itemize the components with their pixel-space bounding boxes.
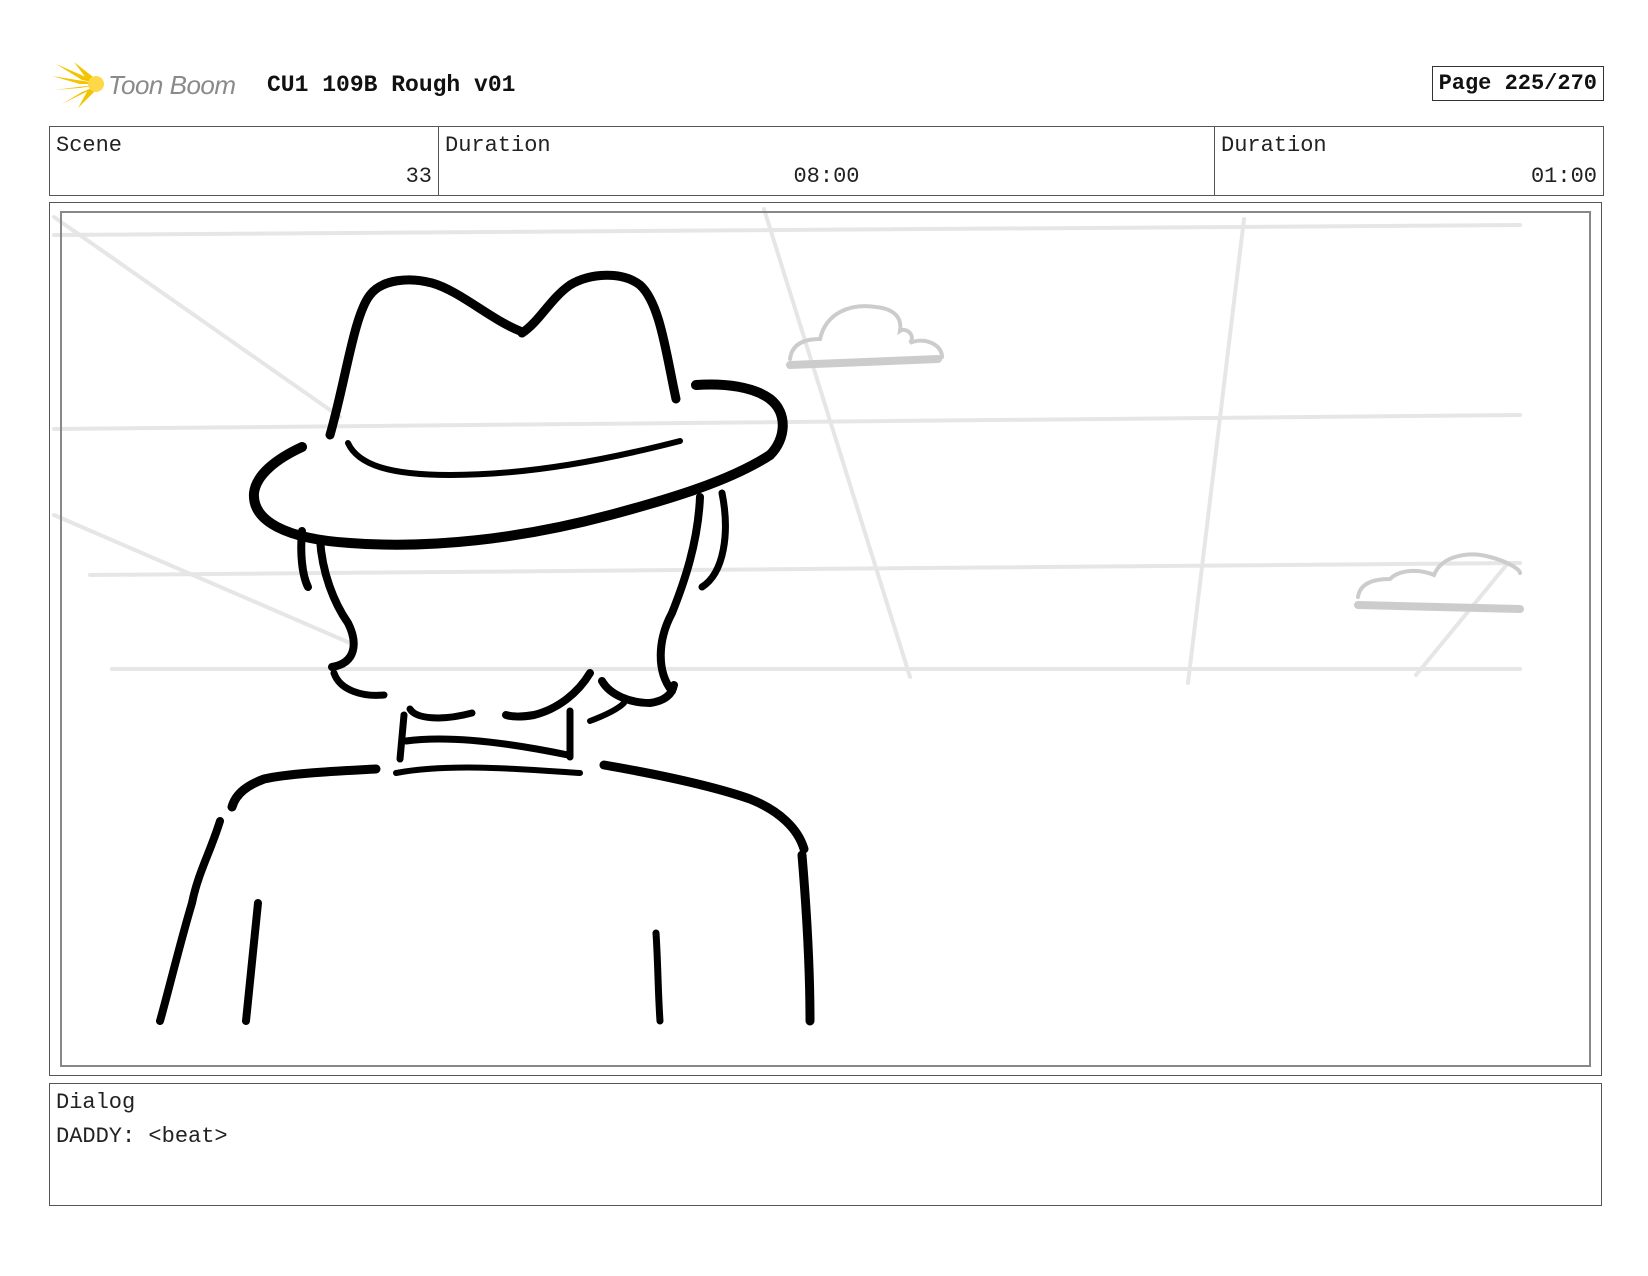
dialog-box: Dialog DADDY: <beat> <box>49 1083 1602 1206</box>
page-header: Toon Boom CU1 109B Rough v01 Page 225/27… <box>52 58 1604 112</box>
panel-frame <box>60 211 1591 1067</box>
panel-duration-value: 01:00 <box>1530 164 1597 189</box>
toon-boom-logo: Toon Boom <box>52 60 252 110</box>
scene-cell: Scene 33 <box>50 127 438 195</box>
panel-duration-cell: Duration 01:00 <box>1214 127 1603 195</box>
logo-wordmark: Toon Boom <box>108 70 236 100</box>
panel-duration-label: Duration <box>1221 133 1327 158</box>
document-title: CU1 109B Rough v01 <box>267 72 516 98</box>
page-indicator: Page 225/270 <box>1431 66 1604 101</box>
dialog-text: DADDY: <beat> <box>56 1124 228 1149</box>
scene-info-row: Scene 33 Duration 08:00 Duration 01:00 <box>49 126 1604 196</box>
scene-value: 33 <box>405 164 432 189</box>
scene-label: Scene <box>56 133 123 158</box>
scene-duration-value: 08:00 <box>793 164 860 189</box>
storyboard-panel <box>49 202 1602 1076</box>
dialog-label: Dialog <box>56 1090 136 1115</box>
scene-duration-cell: Duration 08:00 <box>438 127 1214 195</box>
starburst-icon <box>52 62 104 108</box>
scene-duration-label: Duration <box>445 133 551 158</box>
